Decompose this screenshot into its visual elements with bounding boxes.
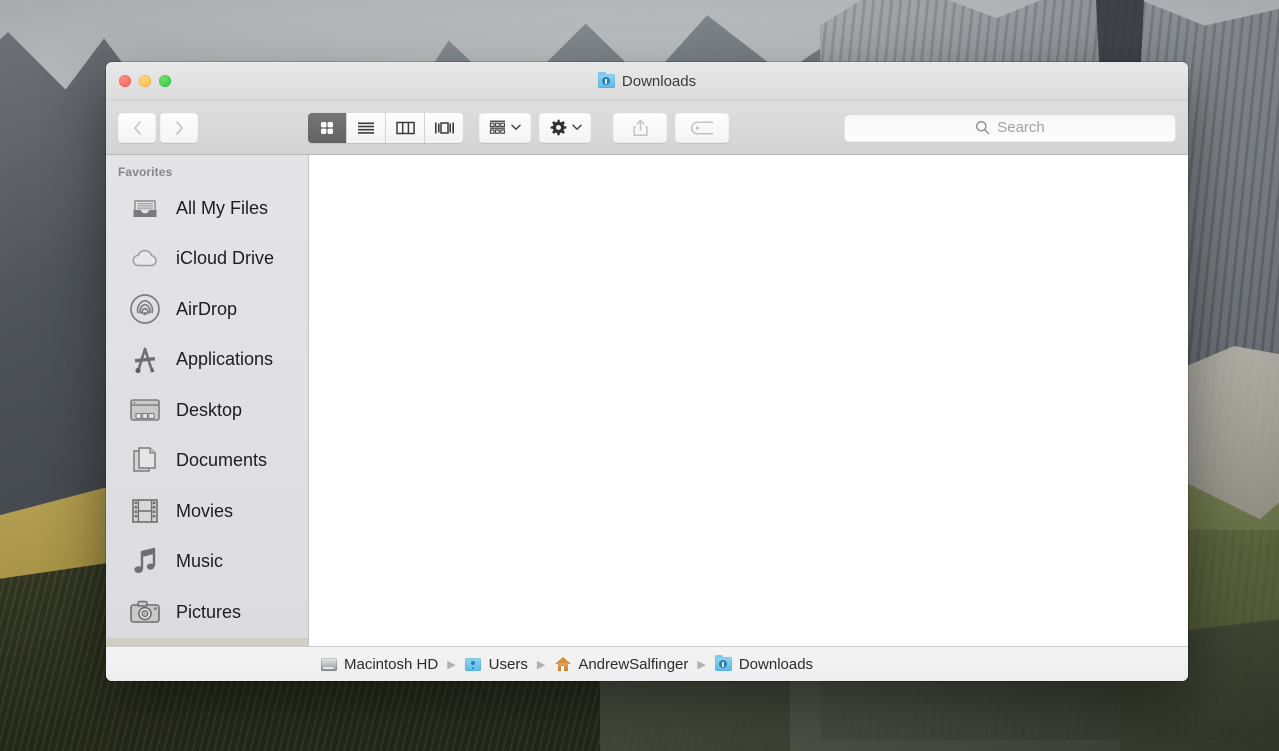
search-container: Search <box>844 113 1176 142</box>
arrange-grid-icon <box>489 120 505 134</box>
sidebar-item-downloads[interactable]: Downloads <box>106 637 308 646</box>
navigation-buttons <box>118 112 198 143</box>
back-button[interactable] <box>118 112 156 143</box>
breadcrumb-label: Macintosh HD <box>344 655 439 673</box>
sidebar-item-label: Documents <box>176 450 268 471</box>
airdrop-icon <box>128 292 162 326</box>
hard-drive-icon <box>320 656 337 672</box>
coverflow-icon <box>434 121 454 134</box>
sidebar-item-label: Applications <box>176 349 274 370</box>
sidebar-section-favorites: Favorites <box>118 165 173 179</box>
path-bar: Macintosh HD ▶ Users ▶ AndrewSalfinger ▶… <box>106 646 1188 681</box>
users-folder-icon <box>465 656 482 672</box>
home-folder-icon <box>554 656 571 672</box>
movies-icon <box>128 494 162 528</box>
desktop-icon <box>128 393 162 427</box>
file-list-area[interactable] <box>309 155 1188 646</box>
sidebar-item-label: Desktop <box>176 399 243 420</box>
minimize-button[interactable] <box>139 75 151 87</box>
sidebar-item-applications[interactable]: Applications <box>106 335 308 386</box>
action-buttons <box>613 112 729 143</box>
applications-icon <box>128 343 162 377</box>
breadcrumb-macintosh-hd[interactable]: Macintosh HD <box>320 656 438 673</box>
share-button[interactable] <box>613 112 667 143</box>
sidebar-item-label: Movies <box>176 500 234 521</box>
view-mode-icon-button[interactable] <box>308 112 346 143</box>
search-placeholder: Search <box>997 119 1045 136</box>
breadcrumb-separator: ▶ <box>447 658 456 671</box>
sidebar-item-label: Music <box>176 551 224 572</box>
grid-icon <box>321 121 334 134</box>
music-icon <box>128 545 162 579</box>
all-my-files-icon <box>128 191 162 225</box>
breadcrumb-separator: ▶ <box>697 658 706 671</box>
chevron-right-icon <box>175 120 183 135</box>
toolbar: Search <box>106 101 1188 155</box>
breadcrumb-users[interactable]: Users <box>465 656 528 673</box>
list-icon <box>358 122 374 134</box>
window-title-text: Downloads <box>621 72 697 90</box>
downloads-folder-icon <box>597 72 615 88</box>
view-mode-list-button[interactable] <box>346 112 385 143</box>
action-button[interactable] <box>539 112 591 143</box>
sidebar-item-pictures[interactable]: Pictures <box>106 587 308 638</box>
columns-icon <box>395 121 415 134</box>
window-controls <box>119 75 171 87</box>
breadcrumb-label: Downloads <box>738 655 814 673</box>
sidebar-item-music[interactable]: Music <box>106 537 308 588</box>
sidebar-item-label: iCloud Drive <box>176 248 275 269</box>
sidebar-item-icloud-drive[interactable]: iCloud Drive <box>106 234 308 285</box>
close-button[interactable] <box>119 75 131 87</box>
sidebar-item-label: AirDrop <box>176 298 238 319</box>
chevron-left-icon <box>133 120 141 135</box>
title-bar[interactable]: Downloads <box>106 62 1188 101</box>
view-mode-coverflow-button[interactable] <box>424 112 463 143</box>
search-input[interactable]: Search <box>844 113 1176 142</box>
sidebar-item-label: Pictures <box>176 601 242 622</box>
view-mode-column-button[interactable] <box>385 112 424 143</box>
downloads-folder-icon <box>714 655 732 672</box>
sidebar-item-documents[interactable]: Documents <box>106 436 308 487</box>
chevron-down-icon <box>511 124 521 130</box>
breadcrumb-label: AndrewSalfinger <box>578 655 689 673</box>
sidebar: Favorites All My Files iCloud Drive AirD… <box>106 155 309 646</box>
tag-icon <box>691 120 713 135</box>
sidebar-item-all-my-files[interactable]: All My Files <box>106 183 308 234</box>
arrange-button[interactable] <box>479 112 531 143</box>
window-title: Downloads <box>106 72 1188 90</box>
search-icon <box>976 121 990 135</box>
breadcrumb-downloads[interactable]: Downloads <box>714 655 814 673</box>
sidebar-item-label: All My Files <box>176 197 269 218</box>
share-icon <box>632 119 648 136</box>
tags-button[interactable] <box>675 112 729 143</box>
sidebar-item-movies[interactable]: Movies <box>106 486 308 537</box>
forward-button[interactable] <box>160 112 198 143</box>
gear-icon <box>550 119 566 135</box>
breadcrumb-label: Users <box>488 655 528 673</box>
documents-icon <box>128 444 162 478</box>
menu-buttons <box>479 112 591 143</box>
window-body: Favorites All My Files iCloud Drive AirD… <box>106 155 1188 646</box>
pictures-icon <box>128 595 162 629</box>
breadcrumb-separator: ▶ <box>536 658 546 671</box>
maximize-button[interactable] <box>159 75 171 87</box>
finder-window: Downloads Search Favorites All My Files … <box>106 62 1188 681</box>
sidebar-item-airdrop[interactable]: AirDrop <box>106 284 308 335</box>
breadcrumb-andrewsalfinger[interactable]: AndrewSalfinger <box>554 656 688 673</box>
icloud-icon <box>128 242 162 276</box>
chevron-down-icon <box>571 124 582 130</box>
view-mode-segmented-control <box>308 112 463 143</box>
sidebar-item-desktop[interactable]: Desktop <box>106 385 308 436</box>
